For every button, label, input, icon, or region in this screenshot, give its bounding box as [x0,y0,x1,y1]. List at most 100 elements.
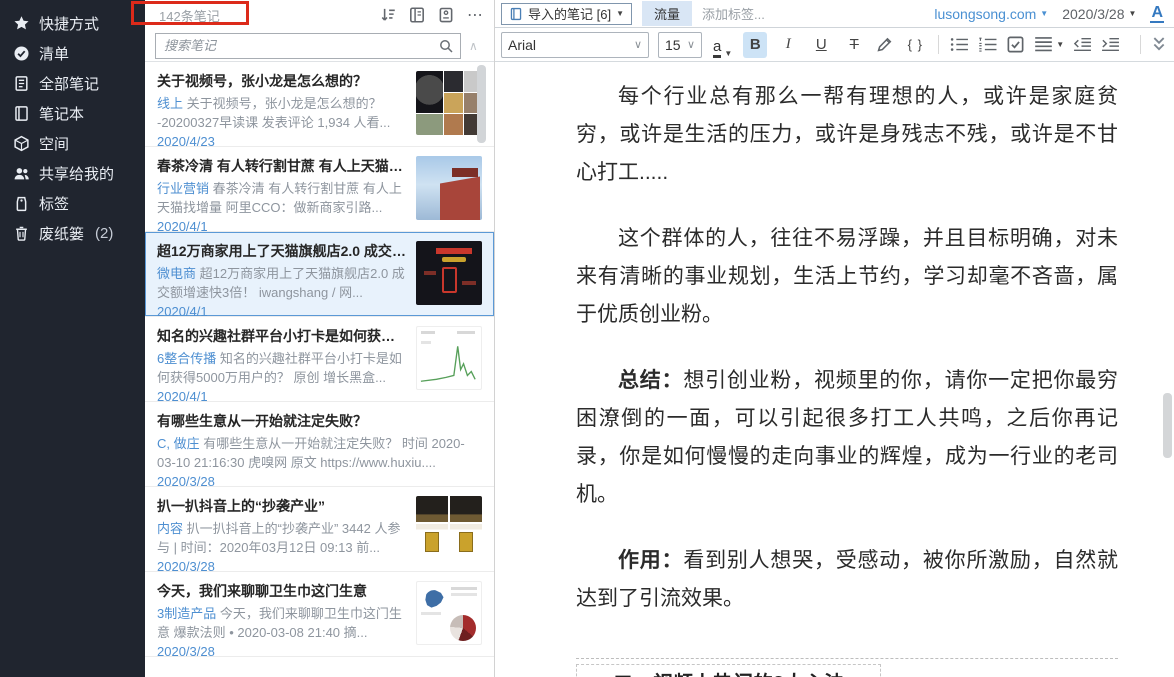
bold-button[interactable]: B [743,32,767,58]
expand-toolbar-icon[interactable] [1152,35,1166,54]
check-circle-icon [13,45,30,62]
font-color-button[interactable]: a ▼ [711,32,734,58]
numbered-list-icon[interactable] [978,35,997,54]
chevron-down-icon: ▼ [1129,9,1137,18]
alignment-button[interactable]: ▼ [1034,35,1064,54]
search-row: ∧ [145,30,494,62]
note-list-item[interactable]: 扒一扒抖音上的“抄袭产业” 内容 扒一扒抖音上的“抄袭产业” 3442 人参与 … [145,487,494,572]
notebook-icon [13,105,30,122]
note-category-link[interactable]: 微电商 [157,266,196,281]
sidebar-item-shared-with-me[interactable]: 共享给我的 [0,158,145,188]
chevron-down-icon: ▼ [1040,9,1048,18]
note-list-tools: ⋯ [379,6,484,24]
note-count-label: 142条笔记 [159,6,220,25]
note-list-item[interactable]: 今天，我们来聊聊卫生巾这门生意 3制造产品 今天，我们来聊聊卫生巾这门生意 爆款… [145,572,494,657]
sidebar-item-all-notes[interactable]: 全部笔记 [0,68,145,98]
note-date: 2020/4/1 [157,389,406,404]
sidebar-item-tags[interactable]: 标签 [0,188,145,218]
sidebar-item-trash[interactable]: 废纸篓 (2) [0,218,145,248]
sidebar: 快捷方式 清单 全部笔记 笔记本 空间 共享给我的 标签 废纸篓 [0,0,145,677]
note-thumbnail [416,241,482,305]
note-title: 扒一扒抖音上的“抄袭产业” [157,496,406,516]
note-snippet: 内容 扒一扒抖音上的“抄袭产业” 3442 人参与 | 时间：2020年03月1… [157,519,406,557]
highlighter-icon[interactable] [875,35,894,54]
tag-icon [13,195,30,212]
sidebar-item-label: 全部笔记 [39,73,99,94]
sidebar-item-label: 共享给我的 [39,163,114,184]
note-category-link[interactable]: 3制造产品 [157,606,216,621]
trash-icon [13,225,30,242]
trash-count: (2) [95,225,113,242]
outdent-icon[interactable] [1073,35,1092,54]
search-input[interactable] [164,38,438,53]
text-style-icon[interactable]: A [1150,4,1164,23]
sidebar-item-label: 空间 [39,133,69,154]
note-title: 今天，我们来聊聊卫生巾这门生意 [157,581,406,601]
tag-stamp-icon[interactable] [437,6,455,24]
note-tag[interactable]: 流量 [642,1,692,26]
note-list-item-selected[interactable]: 超12万商家用上了天猫旗舰店2.0 成交额... 微电商 超12万商家用上了天猫… [145,232,494,317]
sort-icon[interactable] [379,6,397,24]
note-content[interactable]: 每个行业总有那么一帮有理想的人，或许是家庭贫穷，或许是生活的压力，或许是身残志不… [495,62,1174,677]
paragraph: 这个群体的人，往往不易浮躁，并且目标明确，对未来有清晰的事业规划，生活上节约，学… [576,220,1118,334]
note-title: 知名的兴趣社群平台小打卡是如何获得5... [157,326,406,346]
note-snippet: 3制造产品 今天，我们来聊聊卫生巾这门生意 爆款法则 • 2020-03-08 … [157,604,406,642]
sidebar-item-notebooks[interactable]: 笔记本 [0,98,145,128]
note-category-link[interactable]: 线上 [157,96,183,111]
chevron-down-icon: ∨ [681,38,695,51]
note-category-link[interactable]: 6整合传播 [157,351,216,366]
note-list-scrollbar[interactable] [477,65,486,143]
note-snippet: C, 做庄 有哪些生意从一开始就注定失败？ 时间 2020-03-10 21:1… [157,434,482,472]
code-button[interactable]: { } [903,32,927,58]
view-toggle-icon[interactable] [408,6,426,24]
note-list-item[interactable]: 有哪些生意从一开始就注定失败？ C, 做庄 有哪些生意从一开始就注定失败？ 时间… [145,402,494,487]
strikethrough-button[interactable]: T [842,32,866,58]
notebook-selector[interactable]: 导入的笔记 [6] ▼ [501,3,632,25]
sidebar-item-spaces[interactable]: 空间 [0,128,145,158]
toolbar-divider [1140,35,1141,54]
note-title: 关于视频号，张小龙是怎么想的？ [157,71,406,91]
sidebar-item-label: 清单 [39,43,69,64]
note-date-selector[interactable]: 2020/3/28▼ [1062,6,1136,22]
paragraph: 总结：想引创业粉，视频里的你，请你一定把你最穷困潦倒的一面，可以引起很多打工人共… [576,362,1118,514]
chevron-down-icon: ▼ [616,9,624,18]
collapse-chevron-icon[interactable]: ∧ [469,39,478,53]
add-tag-field[interactable]: 添加标签... [702,4,765,23]
note-snippet: 行业营销 春茶冷清 有人转行割甘蔗 有人上天猫找增量 阿里CCO：做新商家引路.… [157,179,406,217]
notebook-name: 导入的笔记 [6] [528,4,611,23]
note-list-item[interactable]: 关于视频号，张小龙是怎么想的？ 线上 关于视频号，张小龙是怎么想的？ -2020… [145,62,494,147]
document-icon [13,75,30,92]
note-thumbnail [416,156,482,220]
font-size-select[interactable]: 15∨ [658,32,702,58]
note-snippet: 微电商 超12万商家用上了天猫旗舰店2.0 成交额增速快3倍！ iwangsha… [157,264,406,302]
note-thumbnail [416,71,482,135]
note-date: 2020/4/1 [157,304,406,319]
sidebar-item-checklist[interactable]: 清单 [0,38,145,68]
note-list-item[interactable]: 知名的兴趣社群平台小打卡是如何获得5... 6整合传播 知名的兴趣社群平台小打卡… [145,317,494,402]
note-date: 2020/4/23 [157,134,406,149]
more-icon[interactable]: ⋯ [466,6,484,24]
font-family-select[interactable]: Arial∨ [501,32,649,58]
bullet-list-icon[interactable] [950,35,969,54]
editor-scrollbar[interactable] [1163,393,1172,458]
search-box[interactable] [155,33,461,59]
sidebar-item-shortcuts[interactable]: 快捷方式 [0,8,145,38]
sidebar-item-label: 标签 [39,193,69,214]
note-date: 2020/4/1 [157,219,406,234]
indent-icon[interactable] [1101,35,1120,54]
sidebar-item-label: 废纸篓 [39,223,84,244]
italic-button[interactable]: I [776,32,800,58]
paragraph: 作用：看到别人想哭，受感动，被你所激励，自然就达到了引流效果。 [576,542,1118,618]
search-icon[interactable] [438,38,454,54]
sidebar-item-label: 笔记本 [39,103,84,124]
underline-button[interactable]: U [809,32,833,58]
note-category-link[interactable]: 内容 [157,521,183,536]
checklist-icon[interactable] [1006,35,1025,54]
note-category-link[interactable]: 行业营销 [157,181,209,196]
note-category-link[interactable]: C, 做庄 [157,436,200,451]
sidebar-item-label: 快捷方式 [39,13,99,34]
section-heading-block: 二、视频上热门的3大心法。 [576,658,1118,677]
note-date: 2020/3/28 [157,474,482,489]
note-list-item[interactable]: 春茶冷清 有人转行割甘蔗 有人上天猫找... 行业营销 春茶冷清 有人转行割甘蔗… [145,147,494,232]
source-site-link[interactable]: lusongsong.com▼ [934,6,1048,22]
